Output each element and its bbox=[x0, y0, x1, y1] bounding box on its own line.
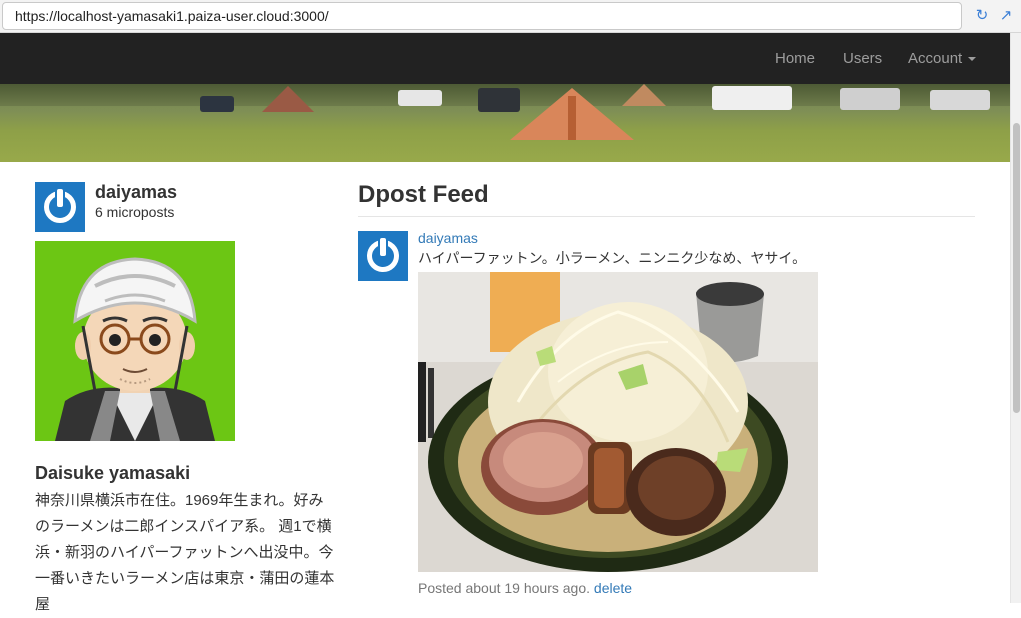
profile-avatar-image bbox=[35, 241, 235, 441]
user-name: daiyamas bbox=[95, 182, 178, 202]
external-link-icon[interactable]: ↗ bbox=[996, 6, 1016, 26]
feed-title: Dpost Feed bbox=[358, 181, 489, 208]
nav-users-link[interactable]: Users bbox=[843, 50, 882, 67]
nav-home-link[interactable]: Home bbox=[775, 50, 815, 67]
navbar: Home Users Account bbox=[0, 33, 1010, 84]
nav-account-dropdown[interactable]: Account bbox=[908, 50, 977, 67]
post-content: ハイパーファットン。小ラーメン、ニンニク少なめ、ヤサイ。 bbox=[418, 250, 807, 266]
address-bar[interactable]: https://localhost-yamasaki1.paiza-user.c… bbox=[2, 2, 962, 30]
post-image bbox=[418, 272, 818, 572]
feed-divider bbox=[358, 216, 975, 217]
profile-bio: 神奈川県横浜市在住。1969年生まれ。好みのラーメンは二郎インスパイア系。 週1… bbox=[35, 492, 335, 613]
caret-down-icon bbox=[968, 57, 977, 62]
profile-full-name: Daisuke yamasaki bbox=[35, 463, 191, 483]
user-gravatar-icon[interactable] bbox=[35, 182, 85, 232]
browser-toolbar: https://localhost-yamasaki1.paiza-user.c… bbox=[0, 0, 1021, 33]
page-scrollbar[interactable] bbox=[1010, 33, 1021, 603]
nav-account-label: Account bbox=[908, 50, 963, 67]
post-gravatar-icon[interactable] bbox=[358, 231, 408, 281]
post-timestamp: Posted about 19 hours ago. bbox=[418, 580, 591, 596]
scrollbar-thumb[interactable] bbox=[1013, 123, 1020, 413]
post-meta: Posted about 19 hours ago. delete bbox=[418, 580, 632, 596]
micropost-count: 6 microposts bbox=[95, 204, 175, 220]
delete-post-link[interactable]: delete bbox=[594, 580, 632, 596]
post-user-link[interactable]: daiyamas bbox=[418, 230, 478, 246]
reload-icon[interactable]: ↻ bbox=[972, 6, 992, 26]
header-banner-image bbox=[0, 84, 1010, 162]
